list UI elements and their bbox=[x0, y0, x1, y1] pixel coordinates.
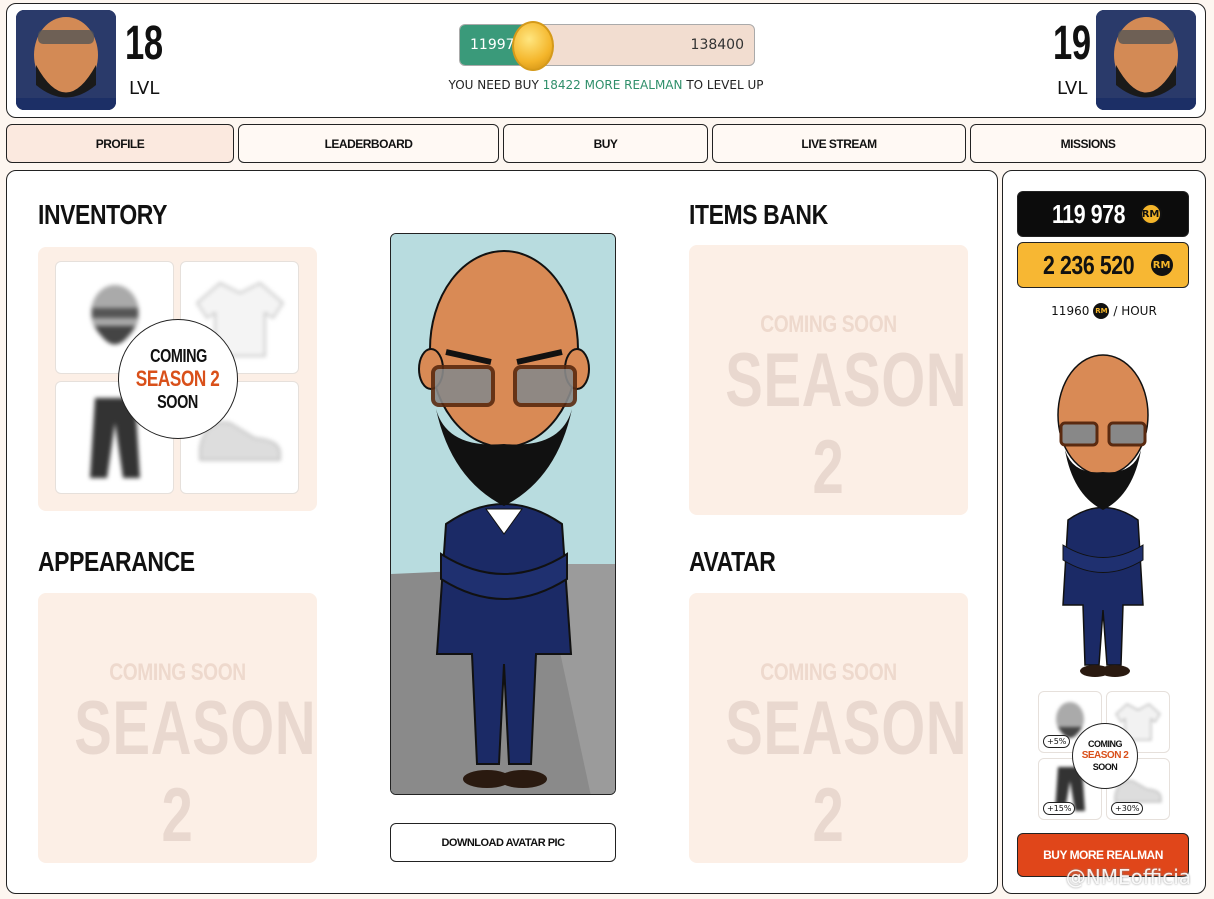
balance-points-value: 2 236 520 bbox=[1043, 249, 1135, 280]
levelup-prefix: YOU NEED BUY bbox=[448, 78, 539, 92]
items-bank-coming-soon: COMING SOON bbox=[760, 311, 897, 338]
mini-slot-bonus: +5% bbox=[1043, 735, 1071, 748]
levelup-suffix: TO LEVEL UP bbox=[686, 78, 764, 92]
appearance-panel: COMING SOON SEASON 2 bbox=[38, 593, 317, 863]
appearance-coming-soon: COMING SOON bbox=[109, 659, 246, 686]
avatar-season: SEASON 2 bbox=[725, 686, 968, 858]
badge-line3: SOON bbox=[157, 391, 199, 412]
avatar-title: AVATAR bbox=[689, 546, 776, 577]
appearance-season: SEASON 2 bbox=[74, 686, 317, 858]
mini-badge-line3: SOON bbox=[1092, 762, 1118, 772]
items-bank-panel: COMING SOON SEASON 2 bbox=[689, 245, 968, 515]
mini-slot-bonus: +30% bbox=[1111, 802, 1144, 815]
mini-badge-line1: COMING bbox=[1088, 739, 1123, 750]
next-level-label: LVL bbox=[1057, 78, 1088, 99]
avatar-coming-soon: COMING SOON bbox=[760, 659, 897, 686]
mini-slot-bonus: +15% bbox=[1043, 802, 1076, 815]
rm-token-icon: RM bbox=[1150, 254, 1173, 276]
balance-points: 2 236 520 RM bbox=[1017, 242, 1189, 288]
coin-icon bbox=[512, 21, 554, 71]
avatar-panel: COMING SOON SEASON 2 bbox=[689, 593, 968, 863]
rm-token-icon: RM bbox=[1139, 203, 1162, 225]
avatar-preview bbox=[390, 233, 616, 795]
main-nav: PROFILE LEADERBOARD BUY LIVE STREAM MISS… bbox=[6, 124, 1206, 163]
appearance-title: APPEARANCE bbox=[38, 546, 195, 577]
coming-soon-badge: COMING SEASON 2 SOON bbox=[118, 319, 238, 439]
next-level-number: 19 bbox=[1053, 17, 1091, 70]
next-level-avatar bbox=[1096, 10, 1196, 110]
balance-realman: 119 978 RM bbox=[1017, 191, 1189, 237]
profile-panel: INVENTORY COMING SEASON 2 SOON APPEARANC… bbox=[6, 170, 998, 894]
rate-suffix: / HOUR bbox=[1113, 304, 1157, 318]
mini-coming-soon-badge: COMING SEASON 2 SOON bbox=[1072, 723, 1138, 789]
levelup-amount: 18422 MORE REALMAN bbox=[542, 78, 683, 92]
tab-buy[interactable]: BUY bbox=[503, 124, 708, 163]
items-bank-season: SEASON 2 bbox=[725, 338, 968, 510]
balance-realman-value: 119 978 bbox=[1052, 198, 1126, 229]
items-bank-title: ITEMS BANK bbox=[689, 199, 828, 230]
badge-line2: SEASON 2 bbox=[136, 366, 220, 392]
badge-line1: COMING bbox=[149, 345, 207, 366]
rm-token-icon: RM bbox=[1093, 303, 1110, 319]
header-bar: 18 LVL 119978 138400 YOU NEED BUY 18422 … bbox=[6, 3, 1206, 118]
tab-leaderboard[interactable]: LEADERBOARD bbox=[238, 124, 499, 163]
tab-profile[interactable]: PROFILE bbox=[6, 124, 234, 163]
tab-missions[interactable]: MISSIONS bbox=[970, 124, 1206, 163]
wallet-sidebar: 119 978 RM 2 236 520 RM 11960 RM / HOUR … bbox=[1002, 170, 1206, 894]
earning-rate: 11960 RM / HOUR bbox=[1003, 303, 1205, 319]
current-level-avatar bbox=[16, 10, 116, 110]
tab-live-stream[interactable]: LIVE STREAM bbox=[712, 124, 966, 163]
current-level-number: 18 bbox=[125, 17, 163, 70]
download-avatar-button[interactable]: DOWNLOAD AVATAR PIC bbox=[390, 823, 616, 862]
character-figure bbox=[1057, 354, 1149, 677]
mini-badge-line2: SEASON 2 bbox=[1081, 750, 1129, 761]
inventory-title: INVENTORY bbox=[38, 199, 167, 230]
inventory-grid: COMING SEASON 2 SOON bbox=[38, 247, 317, 511]
level-progress-bar: 119978 138400 bbox=[459, 24, 755, 66]
progress-max-value: 138400 bbox=[690, 37, 744, 53]
levelup-hint: YOU NEED BUY 18422 MORE REALMAN TO LEVEL… bbox=[7, 78, 1205, 92]
rate-value: 11960 bbox=[1051, 304, 1090, 318]
watermark: @NMEofficia bbox=[1065, 865, 1191, 889]
